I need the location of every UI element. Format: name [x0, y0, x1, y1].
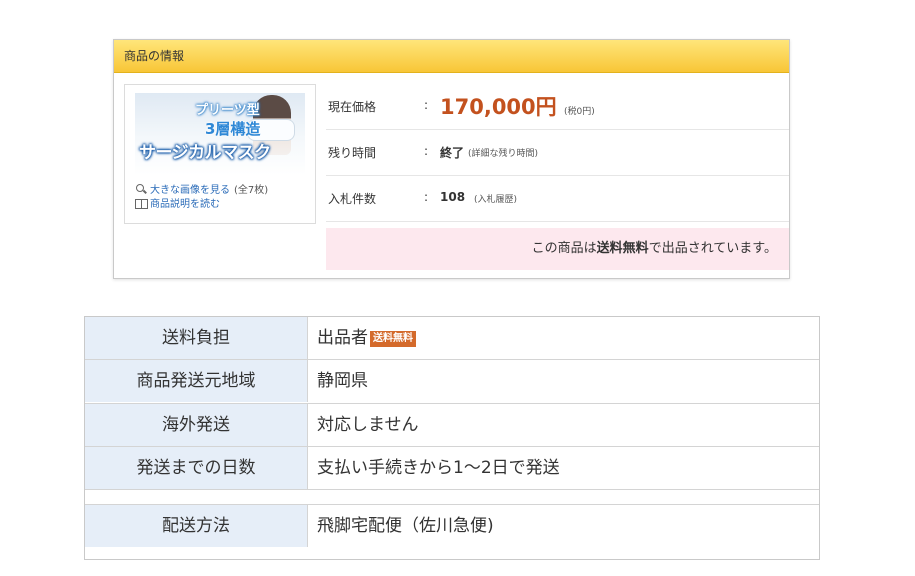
row-value: 静岡県	[317, 371, 368, 391]
description-link[interactable]: 商品説明を読む	[135, 195, 220, 210]
large-image-link[interactable]: 大きな画像を見る (全7枚)	[135, 181, 268, 196]
book-icon	[135, 197, 148, 209]
banner-text: この商品は送料無料で出品されています。	[532, 241, 789, 256]
image-count: (全7枚)	[234, 185, 269, 196]
free-shipping-badge: 送料無料	[370, 331, 416, 347]
row-label: 送料負担	[85, 317, 308, 359]
bids-label: 入札件数	[328, 192, 377, 206]
time-label: 残り時間	[328, 146, 377, 160]
banner-prefix: この商品は	[531, 241, 597, 256]
time-detail-link[interactable]: (詳細な残り時間)	[468, 146, 538, 159]
thumbnail-text-3: サージカルマスク	[139, 143, 271, 163]
price-label: 現在価格	[328, 100, 377, 114]
row-label: 商品発送元地域	[85, 360, 308, 402]
shipping-table: 送料負担 出品者 送料無料 商品発送元地域 静岡県 海外発送 対応しません 発送ま…	[84, 316, 820, 560]
table-row: 発送までの日数 支払い手続きから1～2日で発送	[85, 446, 819, 489]
bids-row: 入札件数 : 108 (入札履歴)	[326, 176, 789, 222]
bid-history-link[interactable]: (入札履歴)	[474, 192, 517, 205]
shipping-payer: 出品者	[317, 328, 368, 348]
time-row: 残り時間 : 終了 (詳細な残り時間)	[326, 130, 789, 176]
large-image-label: 大きな画像を見る	[150, 185, 230, 196]
row-value: 飛脚宅配便（佐川急便)	[317, 516, 494, 536]
banner-suffix: で出品されています。	[648, 241, 777, 256]
row-value: 対応しません	[317, 415, 419, 435]
magnifier-icon	[135, 183, 147, 195]
auction-info: 現在価格 : 170,000円 (税0円) 残り時間 : 終了 (詳細な残り時間…	[326, 84, 789, 222]
table-row: 海外発送 対応しません	[85, 403, 819, 446]
banner-bold: 送料無料	[596, 241, 649, 256]
free-shipping-banner: この商品は送料無料で出品されています。	[326, 228, 789, 270]
price-value: 170,000円	[440, 95, 557, 119]
description-label: 商品説明を読む	[150, 199, 220, 210]
product-thumbnail[interactable]: プリーツ型 3層構造 サージカルマスク	[135, 93, 305, 175]
card-header-title: 商品の情報	[114, 40, 789, 73]
price-tax: (税0円)	[563, 107, 595, 117]
row-label: 発送までの日数	[85, 447, 308, 489]
price-colon: :	[424, 98, 429, 112]
thumbnail-text-2: 3層構造	[205, 120, 261, 138]
bids-colon: :	[424, 190, 429, 204]
row-label: 配送方法	[85, 505, 308, 547]
bids-value: 108	[440, 190, 466, 204]
table-row: 商品発送元地域 静岡県	[85, 359, 819, 402]
table-row: 送料負担 出品者 送料無料	[85, 317, 819, 359]
thumbnail-text-1: プリーツ型	[195, 103, 260, 118]
row-value: 出品者 送料無料	[317, 317, 416, 359]
current-price: 170,000円 (税0円)	[440, 91, 595, 121]
table-spacer	[85, 489, 819, 504]
table-row: 配送方法 飛脚宅配便（佐川急便)	[85, 504, 819, 547]
thumbnail-panel: プリーツ型 3層構造 サージカルマスク 大きな画像を見る (全7枚) 商品説明を…	[124, 84, 316, 224]
row-label: 海外発送	[85, 404, 308, 446]
time-value: 終了	[440, 146, 465, 160]
row-value: 支払い手続きから1～2日で発送	[317, 458, 560, 478]
price-row: 現在価格 : 170,000円 (税0円)	[326, 84, 789, 130]
time-colon: :	[424, 144, 429, 158]
product-info-card: 商品の情報 プリーツ型 3層構造 サージカルマスク 大きな画像を見る (全7枚)…	[113, 39, 790, 279]
